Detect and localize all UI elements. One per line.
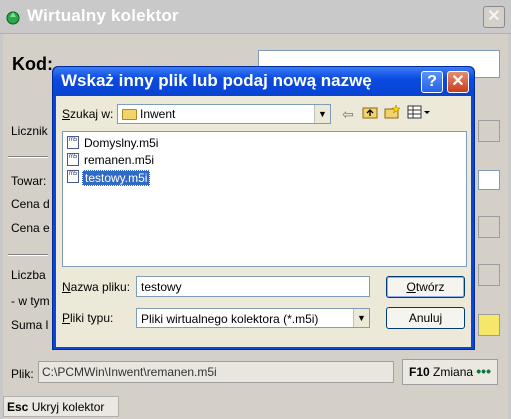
licznik-label: Licznik	[11, 124, 48, 138]
star-icon-button[interactable]	[478, 314, 500, 336]
dialog-close-button[interactable]: ✕	[447, 71, 469, 93]
main-title-bar[interactable]: Wirtualny kolektor ✕	[0, 0, 511, 34]
main-close-button[interactable]: ✕	[483, 6, 505, 28]
new-folder-icon[interactable]	[383, 104, 401, 123]
look-in-value: Inwent	[140, 107, 176, 121]
cena-d-label: Cena d	[11, 197, 50, 211]
cena-e-label: Cena e	[11, 221, 50, 235]
divider	[8, 254, 48, 256]
esc-label: Ukryj kolektor	[31, 400, 105, 414]
app-icon	[6, 11, 20, 25]
towar-label: Towar:	[11, 174, 47, 188]
liczba-label: Liczba	[11, 268, 46, 282]
folder-icon	[122, 109, 137, 120]
up-folder-icon[interactable]	[361, 105, 379, 123]
kod-label: Kod:	[12, 54, 53, 74]
chevron-down-icon[interactable]: ▼	[353, 309, 369, 327]
cancel-button[interactable]: Anuluj	[386, 307, 465, 329]
plik-path-field: C:\PCMWin\Inwent\remanen.m5i	[38, 361, 394, 383]
licznik-tool-button[interactable]	[478, 120, 500, 142]
view-menu-icon[interactable]	[406, 105, 432, 123]
f10-label: Zmiana	[433, 365, 474, 379]
dialog-title-bar[interactable]: Wskaż inny plik lub podaj nową nazwę ? ✕	[53, 67, 474, 96]
help-button[interactable]: ?	[421, 71, 443, 93]
window-title: Wirtualny kolektor	[27, 6, 179, 25]
file-icon: m5	[67, 153, 79, 166]
file-name: testowy.m5i	[82, 170, 151, 186]
back-icon[interactable]: ⇦	[339, 105, 357, 123]
file-name-input[interactable]: testowy	[136, 276, 370, 297]
file-type-value: Pliki wirtualnego kolektora (*.m5i)	[141, 312, 319, 326]
plik-label: Plik:	[11, 367, 34, 381]
look-in-combo[interactable]: Inwent ▼	[117, 104, 331, 124]
save-file-dialog: Wskaż inny plik lub podaj nową nazwę ? ✕…	[52, 66, 475, 350]
look-in-label: Szukaj w:	[62, 107, 114, 121]
f10-change-button[interactable]: F10 Zmiana •••	[402, 359, 498, 385]
esc-hide-button[interactable]: Esc Ukryj kolektor	[3, 396, 119, 417]
open-button[interactable]: Otwórz	[386, 276, 465, 298]
divider	[8, 156, 48, 158]
file-name: Domyslny.m5i	[84, 136, 159, 150]
dialog-title: Wskaż inny plik lub podaj nową nazwę	[61, 71, 372, 90]
dialog-body: Szukaj w: Inwent ▼ ⇦ m5 Domyslny.m5i m5 …	[56, 96, 471, 347]
calculator-icon-button[interactable]	[478, 264, 500, 286]
file-icon: m5	[67, 136, 79, 149]
cena-tool-button[interactable]	[478, 216, 500, 238]
esc-key: Esc	[7, 400, 29, 414]
file-type-combo[interactable]: Pliki wirtualnego kolektora (*.m5i) ▼	[136, 308, 370, 328]
file-icon: m5	[67, 170, 79, 183]
file-type-label: Pliki typu:	[62, 311, 114, 325]
chevron-down-icon[interactable]: ▼	[314, 105, 330, 123]
w-tym-label: - w tym	[11, 294, 50, 308]
file-name-label: Nazwa pliku:	[62, 280, 131, 294]
file-list[interactable]: m5 Domyslny.m5i m5 remanen.m5i m5 testow…	[62, 131, 467, 267]
ellipsis-icon: •••	[476, 363, 491, 379]
f10-key: F10	[409, 365, 430, 379]
file-name: remanen.m5i	[84, 153, 155, 167]
towar-field	[478, 170, 500, 190]
suma-label: Suma l	[11, 318, 49, 332]
